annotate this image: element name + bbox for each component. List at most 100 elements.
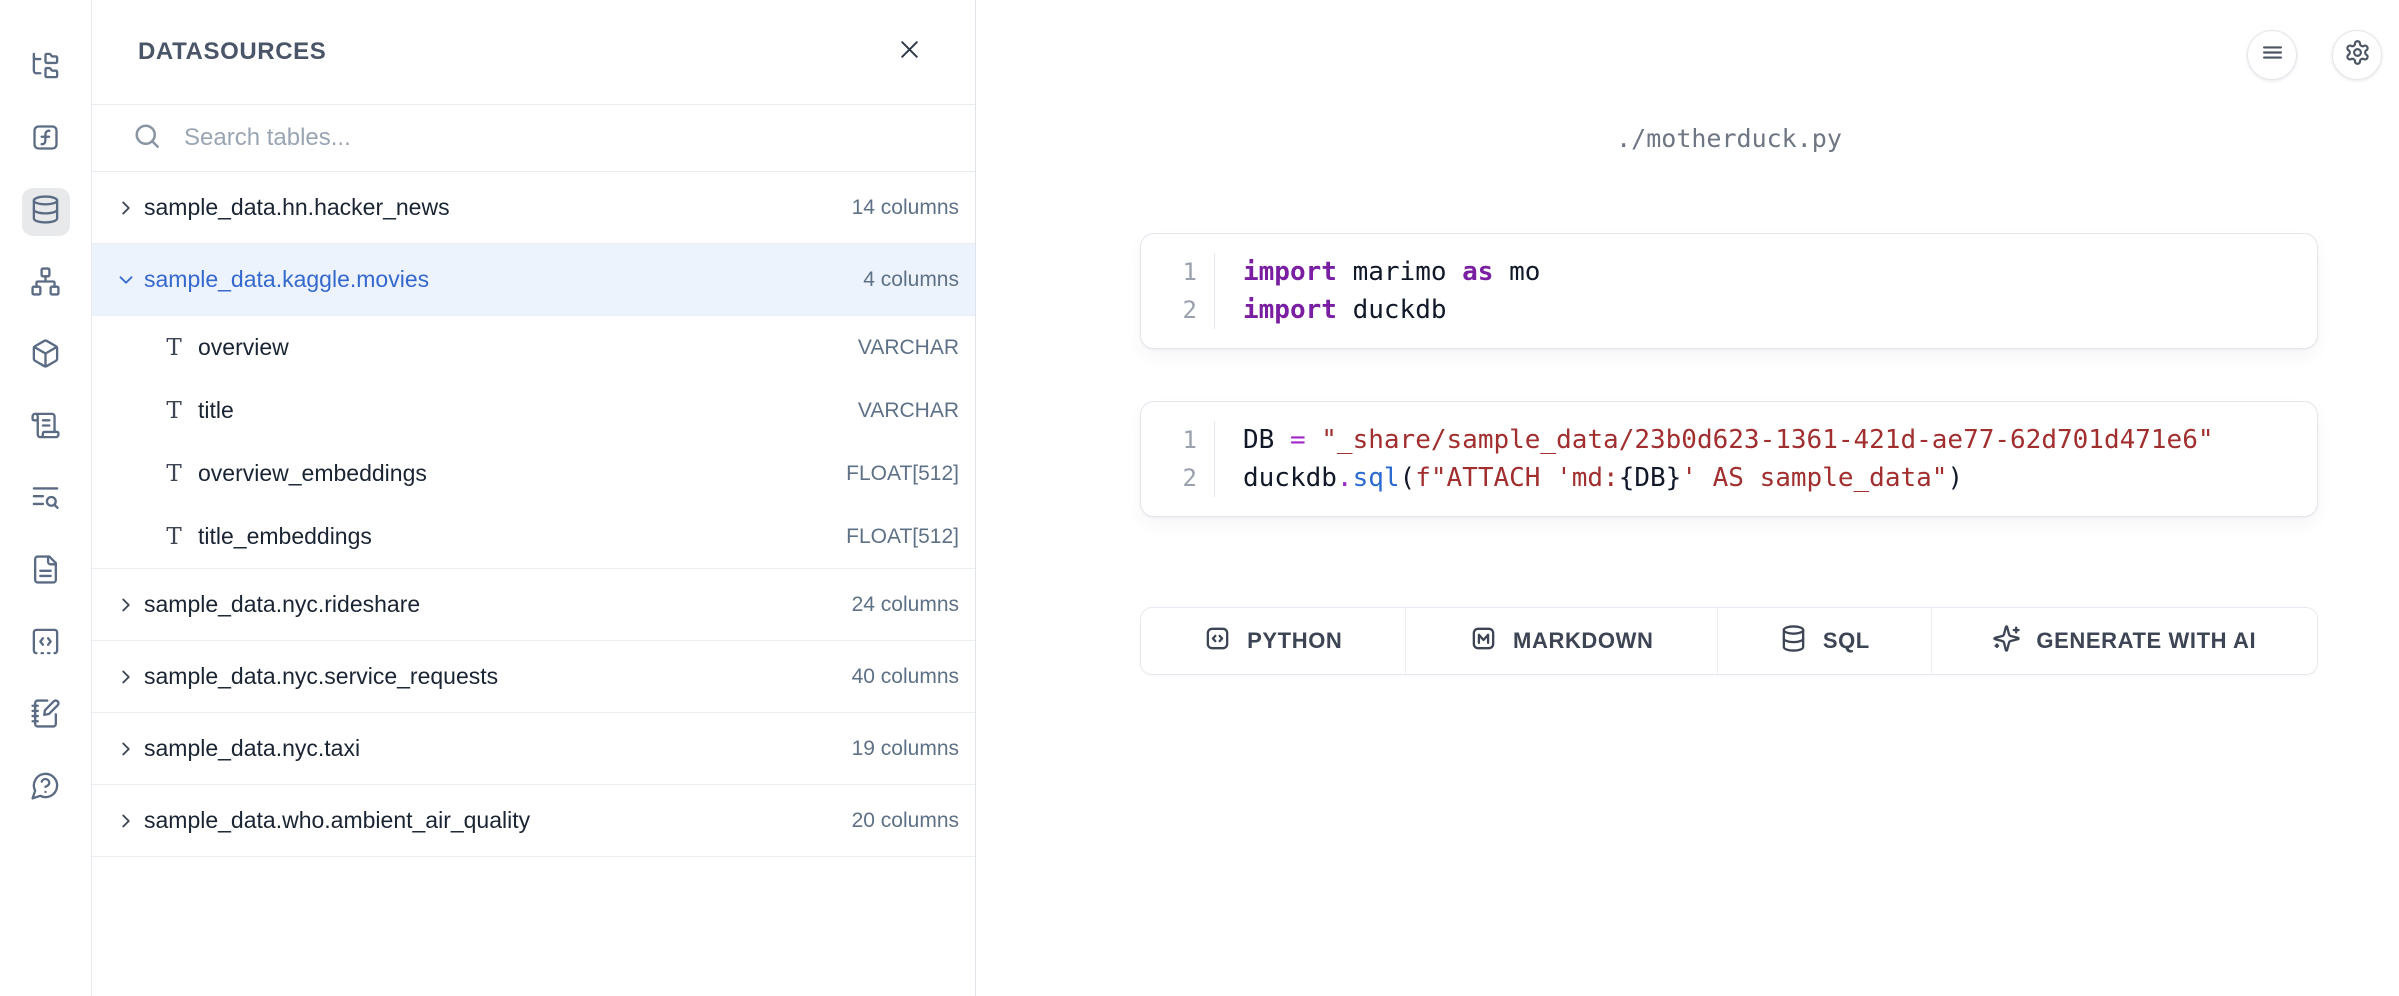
- table-row-hacker-news[interactable]: sample_data.hn.hacker_news 14 columns: [92, 172, 975, 244]
- text-type-icon: T: [162, 398, 186, 424]
- chevron-right-icon: [114, 737, 138, 761]
- chevron-right-icon: [114, 665, 138, 689]
- line-numbers: 12: [1141, 421, 1215, 497]
- movies-columns-group: T overview VARCHAR T title VARCHAR T ove…: [92, 316, 975, 569]
- sidebar-item-variables[interactable]: [22, 116, 70, 164]
- table-row-service-requests[interactable]: sample_data.nyc.service_requests 40 colu…: [92, 641, 975, 713]
- table-name: sample_data.who.ambient_air_quality: [144, 807, 530, 834]
- chevron-right-icon: [114, 593, 138, 617]
- table-row-movies[interactable]: sample_data.kaggle.movies 4 columns: [92, 244, 975, 316]
- column-type: FLOAT[512]: [846, 525, 959, 549]
- table-name: sample_data.nyc.rideshare: [144, 591, 420, 618]
- notebook-menu-button[interactable]: [2247, 30, 2297, 80]
- code-editor[interactable]: import marimo as moimport duckdb: [1215, 253, 2317, 329]
- search-icon: [132, 121, 162, 156]
- add-cell-bar: PYTHON MARKDOWN SQL GENERATE WITH AI: [1140, 607, 2318, 675]
- notebook-filename: ./motherduck.py: [1140, 116, 2318, 162]
- table-row-taxi[interactable]: sample_data.nyc.taxi 19 columns: [92, 713, 975, 785]
- database-icon: [30, 194, 61, 230]
- file-tree-icon: [30, 50, 61, 86]
- column-type: VARCHAR: [858, 399, 959, 423]
- code-editor[interactable]: DB = "_share/sample_data/23b0d623-1361-4…: [1215, 421, 2317, 497]
- table-name: sample_data.nyc.service_requests: [144, 663, 498, 690]
- button-label: SQL: [1823, 628, 1870, 654]
- column-row-title[interactable]: T title VARCHAR: [92, 379, 975, 442]
- notebook-content: ./motherduck.py 12 import marimo as moim…: [1140, 0, 2318, 675]
- sidebar-item-chat[interactable]: [22, 764, 70, 812]
- table-column-count: 19 columns: [852, 737, 959, 761]
- table-column-count: 24 columns: [852, 593, 959, 617]
- chevron-right-icon: [114, 809, 138, 833]
- sidebar-item-outline[interactable]: [22, 404, 70, 452]
- sidebar-item-datasources[interactable]: [22, 188, 70, 236]
- sidebar-item-scratchpad[interactable]: [22, 692, 70, 740]
- tables-list: sample_data.hn.hacker_news 14 columns sa…: [92, 172, 975, 996]
- table-row-ambient-air-quality[interactable]: sample_data.who.ambient_air_quality 20 c…: [92, 785, 975, 857]
- code-cell-imports: 12 import marimo as moimport duckdb: [1140, 233, 2318, 349]
- chevron-down-icon: [114, 268, 138, 292]
- sidebar-item-documentation[interactable]: [22, 548, 70, 596]
- add-markdown-cell-button[interactable]: MARKDOWN: [1405, 608, 1717, 674]
- add-python-cell-button[interactable]: PYTHON: [1141, 608, 1405, 674]
- button-label: MARKDOWN: [1513, 628, 1653, 654]
- top-actions: [2247, 30, 2382, 80]
- sidebar-item-logs[interactable]: [22, 476, 70, 524]
- table-column-count: 40 columns: [852, 665, 959, 689]
- close-icon: [896, 36, 923, 68]
- code-square-icon: [1203, 624, 1232, 658]
- button-label: PYTHON: [1247, 628, 1342, 654]
- sidebar-item-file-explorer[interactable]: [22, 44, 70, 92]
- chevron-right-icon: [114, 196, 138, 220]
- search-input[interactable]: [184, 124, 935, 152]
- chat-question-icon: [30, 770, 61, 806]
- list-search-icon: [30, 482, 61, 518]
- sidebar-item-snippets[interactable]: [22, 620, 70, 668]
- column-row-title-embeddings[interactable]: T title_embeddings FLOAT[512]: [92, 505, 975, 568]
- add-sql-cell-button[interactable]: SQL: [1717, 608, 1931, 674]
- package-icon: [30, 338, 61, 374]
- code-cell-attach-db: 12 DB = "_share/sample_data/23b0d623-136…: [1140, 401, 2318, 517]
- settings-button[interactable]: [2332, 30, 2382, 80]
- notebook-pen-icon: [30, 698, 61, 734]
- close-panel-button[interactable]: [889, 32, 929, 72]
- table-search: [92, 105, 975, 172]
- column-row-overview[interactable]: T overview VARCHAR: [92, 316, 975, 379]
- datasources-panel: DATASOURCES sample_data.hn.hacker_news 1…: [92, 0, 976, 996]
- column-name: title: [198, 397, 234, 424]
- database-icon: [1779, 624, 1808, 658]
- panel-title: DATASOURCES: [138, 38, 326, 66]
- text-type-icon: T: [162, 335, 186, 361]
- notebook-main: ./motherduck.py 12 import marimo as moim…: [976, 0, 2399, 996]
- column-row-overview-embeddings[interactable]: T overview_embeddings FLOAT[512]: [92, 442, 975, 505]
- text-type-icon: T: [162, 461, 186, 487]
- table-column-count: 20 columns: [852, 809, 959, 833]
- menu-icon: [2259, 39, 2286, 71]
- button-label: GENERATE WITH AI: [2036, 628, 2256, 654]
- table-row-rideshare[interactable]: sample_data.nyc.rideshare 24 columns: [92, 569, 975, 641]
- table-name: sample_data.hn.hacker_news: [144, 194, 450, 221]
- line-numbers: 12: [1141, 253, 1215, 329]
- gear-icon: [2344, 39, 2371, 71]
- column-type: FLOAT[512]: [846, 462, 959, 486]
- table-name: sample_data.nyc.taxi: [144, 735, 360, 762]
- file-text-icon: [30, 554, 61, 590]
- network-icon: [30, 266, 61, 302]
- datasources-header: DATASOURCES: [92, 0, 975, 105]
- text-type-icon: T: [162, 524, 186, 550]
- sparkles-icon: [1992, 624, 2021, 658]
- table-column-count: 4 columns: [863, 268, 959, 292]
- sidebar-item-dependencies[interactable]: [22, 260, 70, 308]
- generate-with-ai-button[interactable]: GENERATE WITH AI: [1931, 608, 2317, 674]
- code-square-icon: [30, 626, 61, 662]
- function-square-icon: [30, 122, 61, 158]
- left-icon-rail: [0, 0, 92, 996]
- sidebar-item-packages[interactable]: [22, 332, 70, 380]
- table-column-count: 14 columns: [852, 196, 959, 220]
- markdown-icon: [1469, 624, 1498, 658]
- column-name: overview_embeddings: [198, 460, 427, 487]
- column-type: VARCHAR: [858, 336, 959, 360]
- scroll-text-icon: [30, 410, 61, 446]
- column-name: title_embeddings: [198, 523, 372, 550]
- table-name: sample_data.kaggle.movies: [144, 266, 429, 293]
- column-name: overview: [198, 334, 289, 361]
